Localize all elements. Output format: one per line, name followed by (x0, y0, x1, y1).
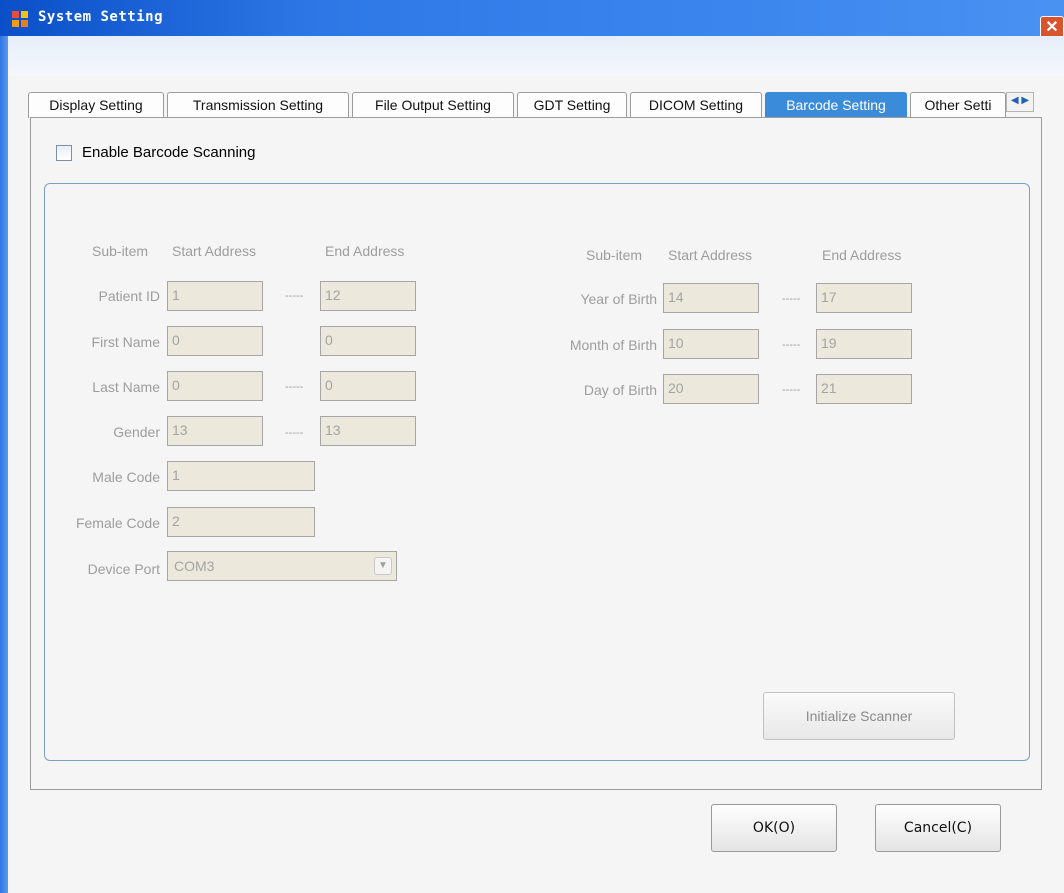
male-code-label: Male Code (92, 469, 160, 485)
device-port-value: COM3 (174, 558, 215, 574)
tab-display-setting[interactable]: Display Setting (28, 92, 164, 118)
last-name-end-field[interactable]: 0 (320, 371, 416, 401)
last-name-dash: ----- (285, 381, 304, 393)
month-of-birth-dash: ----- (782, 339, 801, 351)
year-of-birth-label: Year of Birth (580, 291, 657, 307)
day-of-birth-label: Day of Birth (583, 382, 657, 398)
title-bar: System Setting ✕ (0, 0, 1064, 42)
month-of-birth-label: Month of Birth (569, 337, 657, 353)
gender-label: Gender (113, 424, 160, 440)
day-of-birth-end-field[interactable]: 21 (816, 374, 912, 404)
tab-strip: Display Setting Transmission Setting Fil… (28, 92, 1034, 118)
tab-file-output-setting[interactable]: File Output Setting (352, 92, 514, 118)
window-header-area (8, 36, 1064, 76)
app-icon (12, 11, 28, 27)
first-name-label: First Name (91, 334, 160, 350)
close-icon: ✕ (1045, 19, 1059, 36)
left-header-start: Start Address (172, 243, 257, 259)
tab-transmission-setting[interactable]: Transmission Setting (167, 92, 349, 118)
right-header-end: End Address (822, 247, 902, 263)
tab-gdt-setting[interactable]: GDT Setting (517, 92, 627, 118)
day-of-birth-dash: ----- (782, 384, 801, 396)
tab-other-setting[interactable]: Other Setti (910, 92, 1006, 118)
year-of-birth-start-field[interactable]: 14 (663, 283, 759, 313)
month-of-birth-start-field[interactable]: 10 (663, 329, 759, 359)
month-of-birth-end-field[interactable]: 19 (816, 329, 912, 359)
right-header-start: Start Address (668, 247, 753, 263)
system-setting-window: System Setting ✕ Display Setting Transmi… (0, 0, 1064, 893)
last-name-start-field[interactable]: 0 (167, 371, 263, 401)
patient-id-label: Patient ID (98, 288, 160, 304)
gender-start-field[interactable]: 13 (167, 416, 263, 446)
tab-barcode-setting[interactable]: Barcode Setting (765, 92, 907, 118)
first-name-end-field[interactable]: 0 (320, 326, 416, 356)
ok-button[interactable]: OK(O) (711, 804, 837, 852)
cancel-button[interactable]: Cancel(C) (875, 804, 1001, 852)
enable-barcode-checkbox[interactable] (56, 145, 72, 161)
chevron-down-icon[interactable]: ▼ (374, 557, 392, 575)
right-header-subitem: Sub-item (586, 247, 643, 263)
year-of-birth-end-field[interactable]: 17 (816, 283, 912, 313)
enable-barcode-label: Enable Barcode Scanning (82, 144, 256, 161)
gender-dash: ----- (285, 427, 304, 439)
left-header-subitem: Sub-item (92, 243, 149, 259)
tab-scroll-buttons[interactable]: ◀ ▶ (1006, 92, 1034, 112)
patient-id-start-field[interactable]: 1 (167, 281, 263, 311)
initialize-scanner-button[interactable]: Initialize Scanner (763, 692, 955, 740)
female-code-field[interactable]: 2 (167, 507, 315, 537)
year-of-birth-dash: ----- (782, 293, 801, 305)
last-name-label: Last Name (92, 379, 160, 395)
male-code-field[interactable]: 1 (167, 461, 315, 491)
tab-scroll-arrows-icon: ◀ ▶ (1010, 95, 1030, 106)
window-title: System Setting (38, 9, 164, 25)
day-of-birth-start-field[interactable]: 20 (663, 374, 759, 404)
left-header-end: End Address (325, 243, 405, 259)
device-port-select[interactable]: COM3 ▼ (167, 551, 397, 581)
patient-id-end-field[interactable]: 12 (320, 281, 416, 311)
female-code-label: Female Code (75, 515, 160, 531)
first-name-start-field[interactable]: 0 (167, 326, 263, 356)
tab-dicom-setting[interactable]: DICOM Setting (630, 92, 762, 118)
window-left-border (0, 36, 8, 893)
device-port-label: Device Port (87, 561, 160, 577)
gender-end-field[interactable]: 13 (320, 416, 416, 446)
patient-id-dash: ----- (285, 290, 304, 302)
